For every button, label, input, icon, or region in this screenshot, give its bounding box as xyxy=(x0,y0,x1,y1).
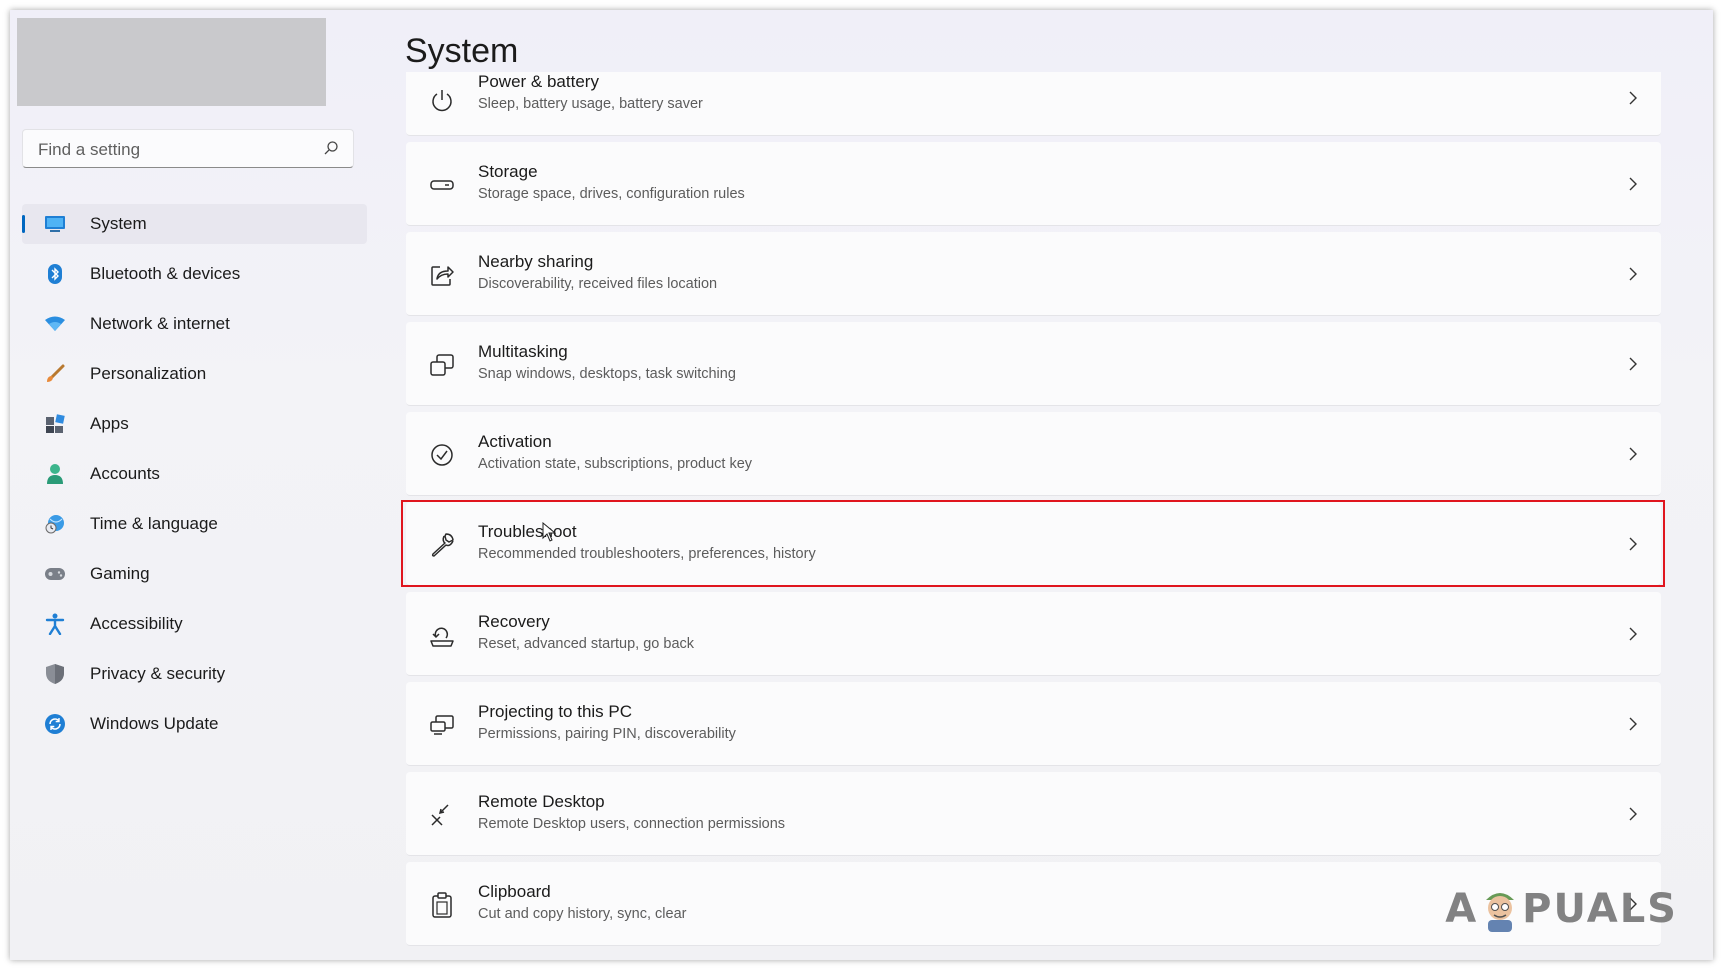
clipboard-icon xyxy=(432,892,452,918)
sidebar-item-apps[interactable]: Apps xyxy=(22,404,367,444)
card-title: Multitasking xyxy=(478,342,568,361)
sidebar-item-label: Accounts xyxy=(90,464,160,483)
accessibility-icon xyxy=(43,612,67,636)
gamepad-icon xyxy=(43,562,67,586)
settings-card-recovery[interactable]: Recovery Reset, advanced startup, go bac… xyxy=(406,592,1661,676)
multitasking-icon xyxy=(430,354,454,376)
sidebar-item-bluetooth[interactable]: Bluetooth & devices xyxy=(22,254,367,294)
check-circle-icon xyxy=(431,444,453,466)
card-title: Power & battery xyxy=(478,72,599,91)
settings-card-projecting[interactable]: Projecting to this PC Permissions, pairi… xyxy=(406,682,1661,766)
selection-indicator xyxy=(22,215,25,233)
sidebar-item-label: Time & language xyxy=(90,514,218,533)
sidebar-item-label: System xyxy=(90,214,147,233)
sidebar-item-label: Accessibility xyxy=(90,614,183,633)
sidebar-item-accessibility[interactable]: Accessibility xyxy=(22,604,367,644)
update-icon xyxy=(43,712,67,736)
chevron-right-icon xyxy=(1629,717,1637,731)
mouse-cursor-icon xyxy=(542,522,556,542)
chevron-right-icon xyxy=(1629,537,1637,551)
sidebar-item-system[interactable]: System xyxy=(22,204,367,244)
globe-clock-icon xyxy=(43,512,67,536)
card-subtitle: Cut and copy history, sync, clear xyxy=(478,906,687,922)
sidebar-item-time-language[interactable]: Time & language xyxy=(22,504,367,544)
settings-card-troubleshoot[interactable]: Troubleshoot Recommended troubleshooters… xyxy=(401,500,1665,587)
card-title: Recovery xyxy=(478,612,550,631)
watermark-mascot-icon xyxy=(1486,893,1515,932)
chevron-right-icon xyxy=(1629,447,1637,461)
remote-desktop-icon xyxy=(431,804,449,826)
chevron-right-icon xyxy=(1629,807,1637,821)
settings-card-remote-desktop[interactable]: Remote Desktop Remote Desktop users, con… xyxy=(406,772,1661,856)
card-title: Activation xyxy=(478,432,552,451)
chevron-right-icon xyxy=(1629,627,1637,641)
card-title: Remote Desktop xyxy=(478,792,605,811)
sidebar-item-label: Windows Update xyxy=(90,714,219,733)
appuals-watermark: A PUALS xyxy=(1445,884,1678,934)
highlight-box xyxy=(401,500,1665,587)
sidebar-item-label: Apps xyxy=(90,414,129,433)
settings-card-power-battery[interactable]: Power & battery Sleep, battery usage, ba… xyxy=(406,72,1661,136)
bluetooth-icon xyxy=(43,262,67,286)
sidebar-item-label: Personalization xyxy=(90,364,207,383)
settings-window: System Bluetooth & devices Network & int… xyxy=(10,10,1713,960)
settings-list: Power & battery Sleep, battery usage, ba… xyxy=(401,72,1665,952)
wrench-icon xyxy=(431,533,454,557)
chevron-right-icon xyxy=(1629,91,1637,105)
apps-icon xyxy=(43,412,67,436)
sidebar-item-label: Privacy & security xyxy=(90,664,226,683)
sidebar-item-accounts[interactable]: Accounts xyxy=(22,454,367,494)
share-icon xyxy=(431,266,454,286)
wifi-icon xyxy=(43,312,67,336)
card-title: Troubleshoot xyxy=(478,522,577,541)
card-title: Storage xyxy=(478,162,538,181)
sidebar-item-personalization[interactable]: Personalization xyxy=(22,354,367,394)
system-icon xyxy=(43,212,67,236)
watermark-text-right: PUALS xyxy=(1522,886,1678,932)
sidebar-item-label: Network & internet xyxy=(90,314,230,333)
card-subtitle: Sleep, battery usage, battery saver xyxy=(478,96,703,112)
chevron-right-icon xyxy=(1629,357,1637,371)
card-subtitle: Remote Desktop users, connection permiss… xyxy=(478,816,786,832)
sidebar-item-label: Gaming xyxy=(90,564,150,583)
card-subtitle: Storage space, drives, configuration rul… xyxy=(478,186,745,202)
sidebar-item-network[interactable]: Network & internet xyxy=(22,304,367,344)
search-icon[interactable] xyxy=(323,140,339,156)
shield-icon xyxy=(43,662,67,686)
card-subtitle: Permissions, pairing PIN, discoverabilit… xyxy=(478,726,736,742)
chevron-right-icon xyxy=(1629,177,1637,191)
settings-card-multitasking[interactable]: Multitasking Snap windows, desktops, tas… xyxy=(406,322,1661,406)
settings-card-nearby-sharing[interactable]: Nearby sharing Discoverability, received… xyxy=(406,232,1661,316)
chevron-right-icon xyxy=(1629,267,1637,281)
sidebar-item-label: Bluetooth & devices xyxy=(90,264,241,283)
card-subtitle: Recommended troubleshooters, preferences… xyxy=(478,546,816,562)
storage-icon xyxy=(430,180,454,190)
search-input[interactable] xyxy=(36,130,310,169)
card-subtitle: Snap windows, desktops, task switching xyxy=(478,366,736,382)
page-title: System xyxy=(405,32,519,70)
search-box[interactable] xyxy=(22,129,354,169)
settings-card-activation[interactable]: Activation Activation state, subscriptio… xyxy=(406,412,1661,496)
card-title: Nearby sharing xyxy=(478,252,594,271)
brush-icon xyxy=(43,362,67,386)
power-icon xyxy=(432,90,452,112)
sidebar-item-gaming[interactable]: Gaming xyxy=(22,554,367,594)
recovery-icon xyxy=(430,627,454,647)
person-icon xyxy=(43,462,67,486)
card-subtitle: Discoverability, received files location xyxy=(478,276,718,292)
card-title: Projecting to this PC xyxy=(478,702,633,721)
card-title: Clipboard xyxy=(478,882,551,901)
sidebar-item-privacy[interactable]: Privacy & security xyxy=(22,654,367,694)
card-subtitle: Reset, advanced startup, go back xyxy=(478,636,695,652)
projecting-icon xyxy=(430,715,454,735)
sidebar-nav: System Bluetooth & devices Network & int… xyxy=(22,204,367,754)
sidebar-item-windows-update[interactable]: Windows Update xyxy=(22,704,367,744)
account-profile-box[interactable] xyxy=(17,18,326,106)
card-subtitle: Activation state, subscriptions, product… xyxy=(478,456,753,472)
settings-card-storage[interactable]: Storage Storage space, drives, configura… xyxy=(406,142,1661,226)
watermark-text-left: A xyxy=(1445,886,1479,932)
